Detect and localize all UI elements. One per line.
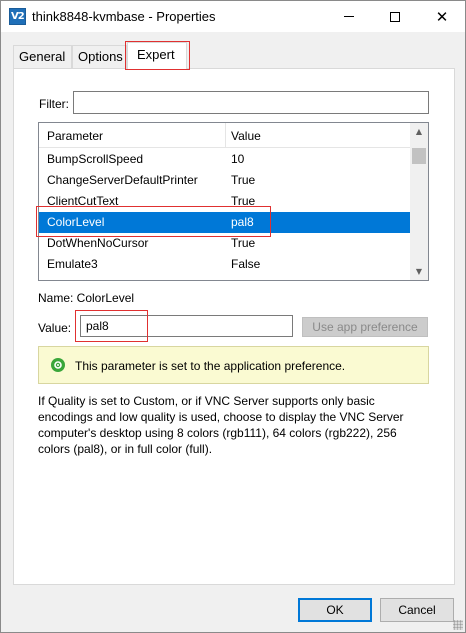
column-header-parameter[interactable]: Parameter xyxy=(47,129,103,143)
param-name: BumpScrollSpeed xyxy=(47,152,144,166)
parameter-list: Parameter Value BumpScrollSpeed 10 Chang… xyxy=(38,122,429,281)
parameter-name-line: Name: ColorLevel xyxy=(38,291,135,305)
list-item-selected[interactable]: ColorLevel pal8 xyxy=(39,212,410,233)
minimize-button[interactable] xyxy=(326,1,372,32)
filter-label: Filter: xyxy=(39,97,69,111)
param-name: ChangeServerDefaultPrinter xyxy=(47,173,198,187)
close-icon: ✕ xyxy=(435,7,449,26)
column-separator[interactable] xyxy=(225,123,226,147)
list-item[interactable]: Emulate3 False xyxy=(39,254,410,275)
list-item[interactable]: DotWhenNoCursor True xyxy=(39,233,410,254)
ok-button[interactable]: OK xyxy=(298,598,372,622)
scroll-up-arrow-icon[interactable]: ▲ xyxy=(410,123,428,140)
value-input[interactable] xyxy=(80,315,293,337)
filter-input[interactable] xyxy=(73,91,429,114)
use-app-preference-button[interactable]: Use app preference xyxy=(302,317,428,337)
value-label: Value: xyxy=(38,321,72,335)
param-name: ClientCutText xyxy=(47,194,119,208)
tab-expert[interactable]: Expert xyxy=(127,42,187,69)
window-title: think8848-kvmbase - Properties xyxy=(32,9,216,24)
properties-dialog: V2 think8848-kvmbase - Properties ✕ Gene… xyxy=(0,0,466,633)
param-name: Emulate3 xyxy=(47,257,98,271)
param-value: True xyxy=(231,194,256,208)
maximize-button[interactable] xyxy=(372,1,418,32)
param-value: True xyxy=(231,236,256,250)
cancel-button[interactable]: Cancel xyxy=(380,598,454,622)
tab-general[interactable]: General xyxy=(13,45,72,68)
scroll-down-arrow-icon[interactable]: ▼ xyxy=(410,263,428,280)
info-text: This parameter is set to the application… xyxy=(75,359,346,373)
close-button[interactable]: ✕ xyxy=(419,1,465,32)
list-scrollbar[interactable]: ▲ ▼ xyxy=(410,123,428,280)
list-header: Parameter Value xyxy=(39,123,410,148)
resize-grip-icon[interactable] xyxy=(453,620,463,630)
scrollbar-thumb[interactable] xyxy=(412,148,426,164)
param-name: ColorLevel xyxy=(47,215,105,229)
title-bar[interactable]: V2 think8848-kvmbase - Properties ✕ xyxy=(1,1,465,32)
tab-options[interactable]: Options xyxy=(72,45,127,68)
list-item[interactable]: ChangeServerDefaultPrinter True xyxy=(39,170,410,191)
minimize-icon xyxy=(344,16,354,17)
gear-check-icon xyxy=(51,358,65,372)
param-name: DotWhenNoCursor xyxy=(47,236,149,250)
info-banner: This parameter is set to the application… xyxy=(38,346,429,384)
column-header-value[interactable]: Value xyxy=(231,129,261,143)
maximize-icon xyxy=(390,11,400,22)
param-value: pal8 xyxy=(231,215,254,229)
parameter-description: If Quality is set to Custom, or if VNC S… xyxy=(38,394,404,456)
param-value: False xyxy=(231,257,261,271)
param-value: True xyxy=(231,173,256,187)
list-item[interactable]: BumpScrollSpeed 10 xyxy=(39,149,410,170)
list-item[interactable]: ClientCutText True xyxy=(39,191,410,212)
param-value: 10 xyxy=(231,152,245,166)
vnc-app-icon: V2 xyxy=(9,8,26,25)
